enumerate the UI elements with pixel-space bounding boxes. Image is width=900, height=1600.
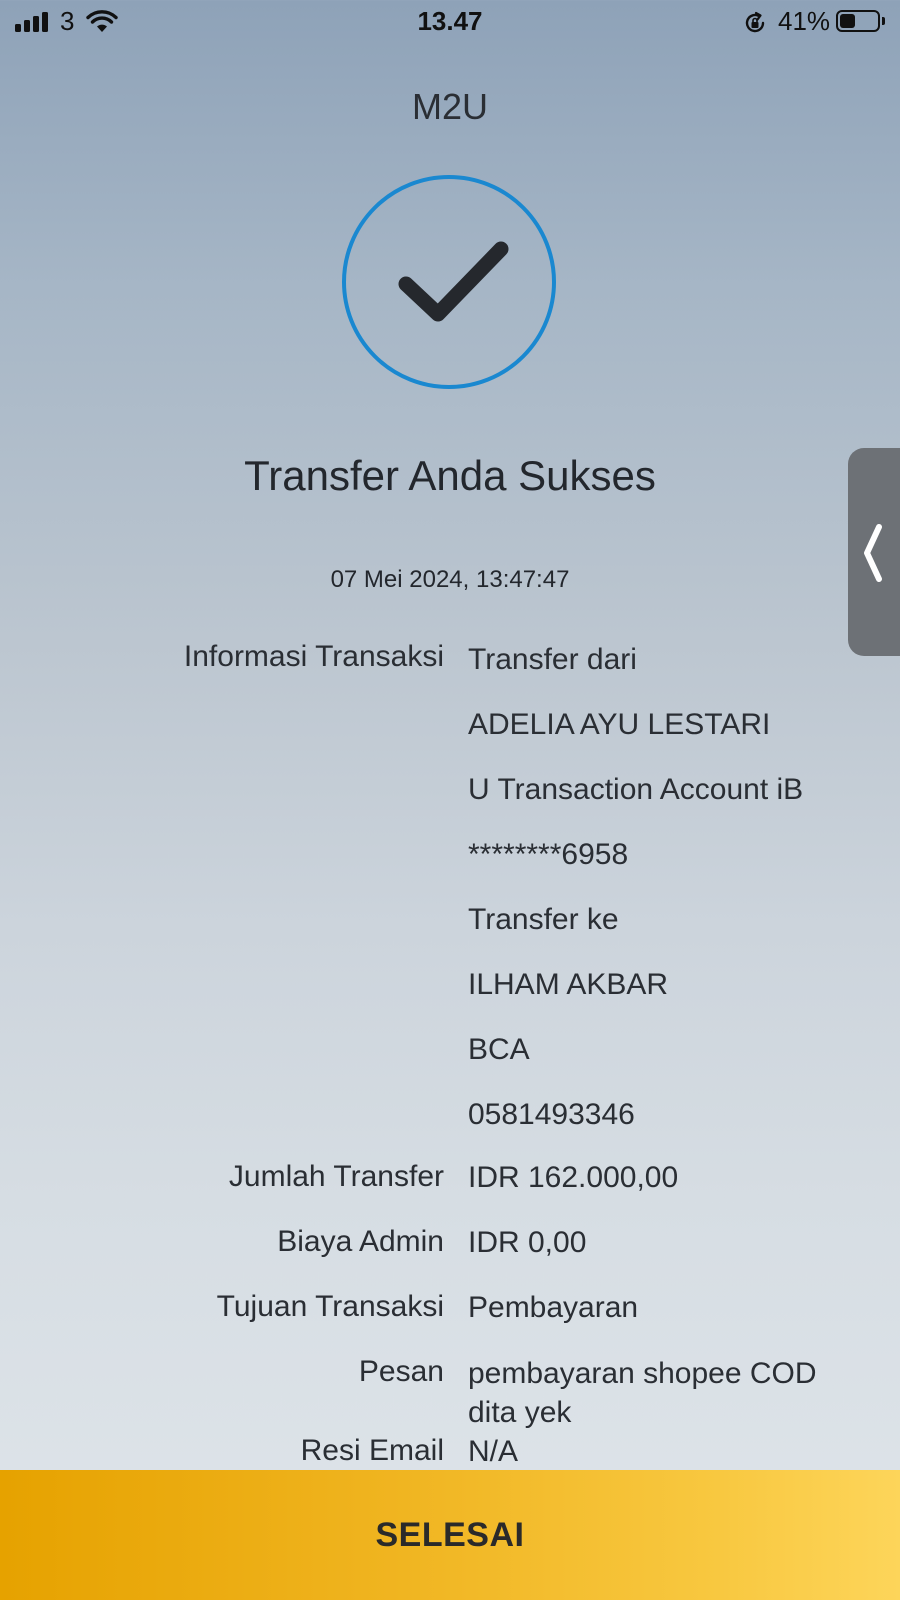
detail-label: Tujuan Transaksi <box>216 1290 444 1323</box>
side-panel-handle[interactable] <box>848 448 900 656</box>
transaction-timestamp: 07 Mei 2024, 13:47:47 <box>330 566 570 593</box>
battery-percentage: 41% <box>778 6 831 36</box>
status-bar: 3 13.47 41% <box>0 0 900 46</box>
detail-line: Transfer ke <box>468 903 619 936</box>
success-title: Transfer Anda Sukses <box>244 452 656 499</box>
detail-value: IDR 0,00 <box>468 1225 848 1261</box>
detail-line: ILHAM AKBAR <box>468 968 669 1001</box>
done-button[interactable]: SELESAI <box>0 1470 900 1600</box>
detail-label: Informasi Transaksi <box>183 640 444 673</box>
success-checkmark-icon <box>342 175 556 389</box>
detail-line: Pembayaran <box>468 1291 639 1324</box>
detail-line: ADELIA AYU LESTARI <box>468 708 771 741</box>
detail-line: IDR 162.000,00 <box>468 1161 679 1194</box>
detail-value: pembayaran shopee COD dita yek <box>468 1354 848 1432</box>
detail-value: Pembayaran <box>468 1290 848 1326</box>
detail-line: Transfer dari <box>468 643 637 676</box>
detail-line: 0581493346 <box>468 1098 635 1131</box>
app-title: M2U <box>411 86 488 127</box>
detail-value: IDR 162.000,00 <box>468 1160 848 1196</box>
rotation-lock-icon <box>745 11 765 33</box>
chevron-left-icon <box>864 524 882 582</box>
detail-line: U Transaction Account iB <box>468 773 804 806</box>
battery-tip <box>882 17 885 25</box>
detail-line: N/A <box>468 1435 519 1468</box>
detail-label: Jumlah Transfer <box>228 1160 444 1193</box>
detail-value: Transfer dari ADELIA AYU LESTARI U Trans… <box>468 627 848 1147</box>
detail-value: N/A <box>468 1434 848 1470</box>
detail-line: pembayaran shopee COD <box>468 1357 817 1390</box>
done-button-label: SELESAI <box>375 1515 525 1554</box>
battery-icon <box>836 10 880 32</box>
detail-line: BCA <box>468 1033 530 1066</box>
detail-label: Pesan <box>358 1355 444 1388</box>
battery-level <box>840 14 855 28</box>
detail-line: ********6958 <box>468 838 629 871</box>
detail-line: IDR 0,00 <box>468 1226 587 1259</box>
detail-label: Resi Email <box>300 1434 444 1467</box>
detail-label: Biaya Admin <box>277 1225 444 1258</box>
detail-line: dita yek <box>468 1396 572 1429</box>
